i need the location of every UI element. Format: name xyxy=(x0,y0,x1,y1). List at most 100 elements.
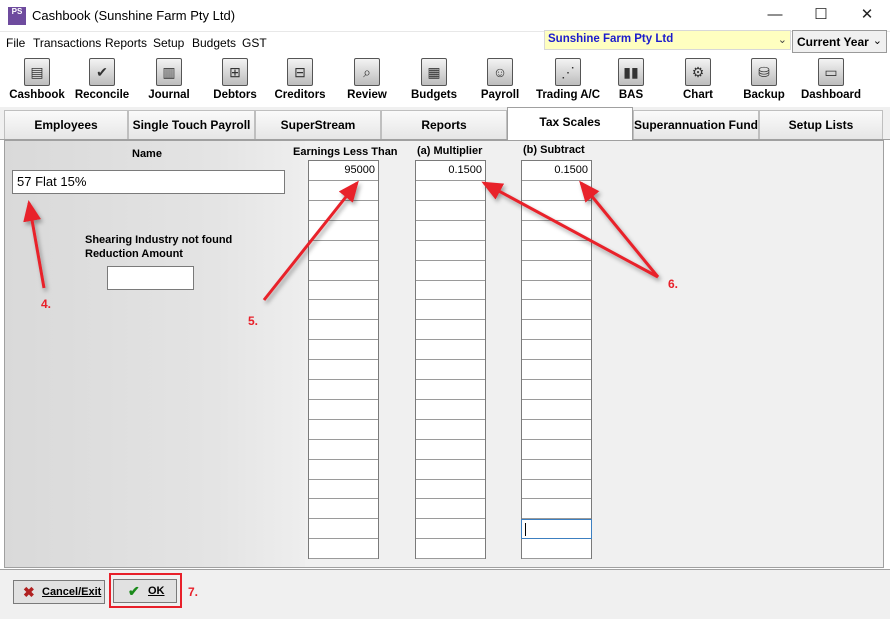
grid-cell[interactable] xyxy=(522,539,591,560)
tab-tax-scales[interactable]: Tax Scales xyxy=(507,107,633,140)
creditors-icon: ⊟ xyxy=(287,58,313,86)
grid-cell[interactable] xyxy=(309,181,378,201)
menu-reports[interactable]: Reports xyxy=(105,36,147,50)
tab-single-touch-payroll[interactable]: Single Touch Payroll xyxy=(128,110,255,139)
grid-cell[interactable] xyxy=(309,241,378,261)
toolbar-dashboard-button[interactable]: ▭ Dashboard xyxy=(796,54,866,106)
chevron-down-icon: ⌄ xyxy=(872,35,882,47)
grid-cell[interactable] xyxy=(522,340,591,361)
grid-cell[interactable] xyxy=(416,280,485,301)
grid-cell[interactable] xyxy=(309,221,378,241)
name-input[interactable]: 57 Flat 15% xyxy=(12,170,285,194)
toolbar-journal-button[interactable]: ▥ Journal xyxy=(138,54,200,106)
toolbar-review-button[interactable]: ⌕ Review xyxy=(336,54,398,106)
toolbar-cashbook-button[interactable]: ▤ Cashbook xyxy=(4,54,70,106)
tab-reports[interactable]: Reports xyxy=(381,110,507,139)
grid-cell[interactable] xyxy=(416,181,485,201)
grid-cell[interactable] xyxy=(522,479,591,500)
grid-cell[interactable] xyxy=(522,360,591,380)
grid-cell[interactable] xyxy=(309,479,378,500)
grid-cell[interactable] xyxy=(309,400,378,420)
grid-cell[interactable] xyxy=(522,181,591,201)
grid-cell[interactable] xyxy=(416,440,485,460)
menu-gst[interactable]: GST xyxy=(242,36,267,50)
grid-cell[interactable] xyxy=(416,400,485,420)
menu-file[interactable]: File xyxy=(6,36,25,50)
grid-cell[interactable] xyxy=(416,320,485,341)
menu-setup[interactable]: Setup xyxy=(153,36,184,50)
grid-cell[interactable] xyxy=(522,241,591,261)
grid-cell[interactable] xyxy=(309,499,378,520)
period-select[interactable]: Current Year ⌄ xyxy=(792,30,887,53)
grid-cell[interactable] xyxy=(416,479,485,500)
toolbar-reconcile-button[interactable]: ✔ Reconcile xyxy=(70,54,134,106)
menu-transactions[interactable]: Transactions xyxy=(33,36,101,50)
toolbar-budgets-button[interactable]: ▦ Budgets xyxy=(402,54,466,106)
grid-cell[interactable] xyxy=(309,280,378,301)
toolbar-chart-button[interactable]: ⚙ Chart xyxy=(668,54,728,106)
grid-cell[interactable] xyxy=(416,340,485,361)
grid-cell[interactable]: 95000 xyxy=(309,161,378,181)
grid-cell[interactable] xyxy=(522,201,591,221)
grid-cell[interactable] xyxy=(416,380,485,400)
cancel-exit-button[interactable]: ✖ Cancel/Exit xyxy=(13,580,105,604)
grid-cell[interactable] xyxy=(522,440,591,460)
tab-setup-lists[interactable]: Setup Lists xyxy=(759,110,883,139)
toolbar-debtors-button[interactable]: ⊞ Debtors xyxy=(204,54,266,106)
toolbar-trading-button[interactable]: ⋰ Trading A/C xyxy=(530,54,606,106)
minimize-button[interactable]: — xyxy=(752,0,798,30)
grid-cell[interactable] xyxy=(416,201,485,221)
annotation-7: 7. xyxy=(188,585,199,599)
grid-cell[interactable]: 0.1500 xyxy=(416,161,485,181)
grid-cell[interactable] xyxy=(309,320,378,341)
grid-cell[interactable]: 0.1500 xyxy=(522,161,591,181)
grid-cell[interactable] xyxy=(416,539,485,560)
grid-cell[interactable] xyxy=(309,420,378,440)
company-select[interactable]: Sunshine Farm Pty Ltd ⌄ xyxy=(544,30,791,50)
grid-cell[interactable] xyxy=(416,460,485,480)
grid-cell[interactable] xyxy=(522,221,591,241)
grid-cell[interactable] xyxy=(309,380,378,400)
grid-cell[interactable] xyxy=(522,380,591,400)
grid-cell[interactable] xyxy=(522,460,591,480)
toolbar-payroll-button[interactable]: ☺ Payroll xyxy=(470,54,530,106)
toolbar-bas-button[interactable]: ▮▮ BAS xyxy=(604,54,658,106)
menu-budgets[interactable]: Budgets xyxy=(192,36,236,50)
maximize-button[interactable]: ☐ xyxy=(798,0,844,30)
grid-cell[interactable] xyxy=(309,539,378,560)
grid-cell[interactable] xyxy=(416,420,485,440)
grid-cell[interactable] xyxy=(522,499,591,520)
grid-cell[interactable] xyxy=(522,420,591,440)
close-icon: ✖ xyxy=(23,584,35,600)
grid-cell[interactable] xyxy=(522,400,591,420)
grid-cell[interactable] xyxy=(522,320,591,341)
grid-cell[interactable] xyxy=(309,340,378,361)
grid-cell[interactable] xyxy=(416,360,485,380)
grid-cell[interactable] xyxy=(522,300,591,321)
grid-cell[interactable] xyxy=(309,440,378,460)
grid-cell[interactable] xyxy=(309,300,378,321)
grid-cell[interactable] xyxy=(309,519,378,540)
grid-cell[interactable] xyxy=(309,261,378,281)
ok-label: OK xyxy=(148,585,165,597)
reduction-amount-input[interactable] xyxy=(107,266,194,290)
grid-cell[interactable] xyxy=(416,261,485,281)
tab-employees[interactable]: Employees xyxy=(4,110,128,139)
grid-cell[interactable] xyxy=(416,499,485,520)
grid-cell[interactable] xyxy=(416,241,485,261)
ok-button[interactable]: ✔ OK xyxy=(113,579,177,603)
grid-cell[interactable] xyxy=(309,201,378,221)
grid-cell[interactable] xyxy=(309,460,378,480)
tab-superstream[interactable]: SuperStream xyxy=(255,110,381,139)
grid-cell[interactable] xyxy=(416,300,485,321)
tab-superannuation-funds[interactable]: Superannuation Funds xyxy=(633,110,759,139)
toolbar-backup-button[interactable]: ⛁ Backup xyxy=(734,54,794,106)
grid-cell[interactable] xyxy=(522,280,591,301)
close-button[interactable]: ✕ xyxy=(844,0,890,30)
grid-cell[interactable] xyxy=(522,261,591,281)
grid-cell[interactable] xyxy=(416,519,485,540)
grid-cell[interactable] xyxy=(416,221,485,241)
grid-cell[interactable] xyxy=(521,519,592,540)
grid-cell[interactable] xyxy=(309,360,378,380)
toolbar-creditors-button[interactable]: ⊟ Creditors xyxy=(268,54,332,106)
